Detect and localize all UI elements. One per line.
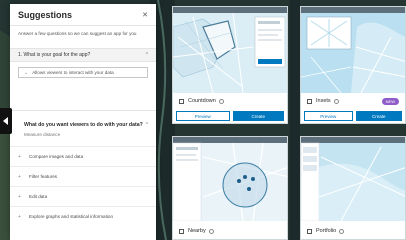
list-item[interactable]: + Explore graphs and statistical informa…: [10, 206, 156, 226]
close-icon[interactable]: ✕: [142, 11, 148, 19]
template-icon: [307, 98, 312, 104]
question-1-label: 1. What is your goal for the app?: [18, 52, 91, 58]
list-item[interactable]: + Compare images and data: [10, 146, 156, 166]
create-button[interactable]: Create: [232, 111, 284, 121]
question-2-options: + Compare images and data + Filter featu…: [10, 146, 156, 226]
card-title-row: Portfolio: [301, 225, 405, 237]
template-icon: [179, 228, 184, 234]
card-title-row: Nearby: [173, 225, 287, 237]
option-label: Filter features: [29, 174, 58, 179]
info-icon[interactable]: [218, 98, 224, 104]
list-item[interactable]: + Filter features: [10, 166, 156, 186]
panel-title: Suggestions: [18, 9, 73, 20]
preview-button[interactable]: Preview: [176, 111, 230, 121]
panel-intro: Answer a few questions so we can suggest…: [18, 31, 137, 36]
card-title-row: Insets NEW: [301, 95, 405, 107]
option-label: Compare images and data: [29, 154, 84, 159]
chevron-up-icon: ^: [145, 121, 148, 128]
card-title: Portfolio: [316, 228, 337, 234]
answer-text: Allows viewers to interact with your dat…: [32, 70, 114, 75]
create-button[interactable]: Create: [355, 111, 402, 121]
app-card-insets[interactable]: Insets NEW Preview Create: [300, 6, 406, 124]
chevron-down-icon: ⌄: [24, 69, 29, 76]
info-icon[interactable]: [333, 98, 339, 104]
question-1-header[interactable]: 1. What is your goal for the app? ^: [10, 48, 156, 62]
template-icon: [307, 228, 312, 234]
question-2-label: What do you want viewers to do with your…: [24, 121, 143, 128]
question-2-first-option[interactable]: Measure distance: [24, 132, 60, 137]
panel-header: Suggestions ✕: [10, 4, 156, 26]
info-icon[interactable]: [208, 228, 214, 234]
app-card-countdown[interactable]: Countdown Preview Create: [172, 6, 288, 124]
nearby-thumbnail: [173, 137, 287, 221]
collapse-tab[interactable]: [0, 108, 12, 134]
portfolio-thumbnail: [301, 137, 405, 221]
plus-icon: +: [18, 153, 21, 160]
option-label: Explore graphs and statistical informati…: [29, 214, 114, 219]
plus-icon: +: [18, 173, 21, 180]
countdown-thumbnail: [173, 7, 287, 93]
chevron-up-icon: ^: [145, 52, 148, 58]
option-label: Edit data: [29, 194, 48, 199]
list-item[interactable]: + Edit data: [10, 186, 156, 206]
chevron-left-icon: [3, 117, 8, 125]
suggestions-panel: Suggestions ✕ Answer a few questions so …: [10, 4, 156, 240]
app-card-nearby[interactable]: Nearby: [172, 136, 288, 240]
preview-button[interactable]: Preview: [304, 111, 353, 121]
plus-icon: +: [18, 193, 21, 200]
card-actions: Preview Create: [301, 111, 405, 121]
template-icon: [179, 98, 184, 104]
card-title: Nearby: [188, 228, 206, 234]
card-title-row: Countdown: [173, 95, 287, 107]
card-title: Countdown: [188, 98, 216, 104]
app-card-portfolio[interactable]: Portfolio: [300, 136, 406, 240]
card-actions: Preview Create: [173, 111, 287, 121]
card-title: Insets: [316, 98, 331, 104]
info-icon[interactable]: [339, 228, 345, 234]
new-badge: NEW: [381, 97, 399, 105]
insets-thumbnail: [301, 7, 405, 93]
question-1-answer[interactable]: ⌄ Allows viewers to interact with your d…: [18, 67, 148, 78]
plus-icon: +: [18, 213, 21, 220]
